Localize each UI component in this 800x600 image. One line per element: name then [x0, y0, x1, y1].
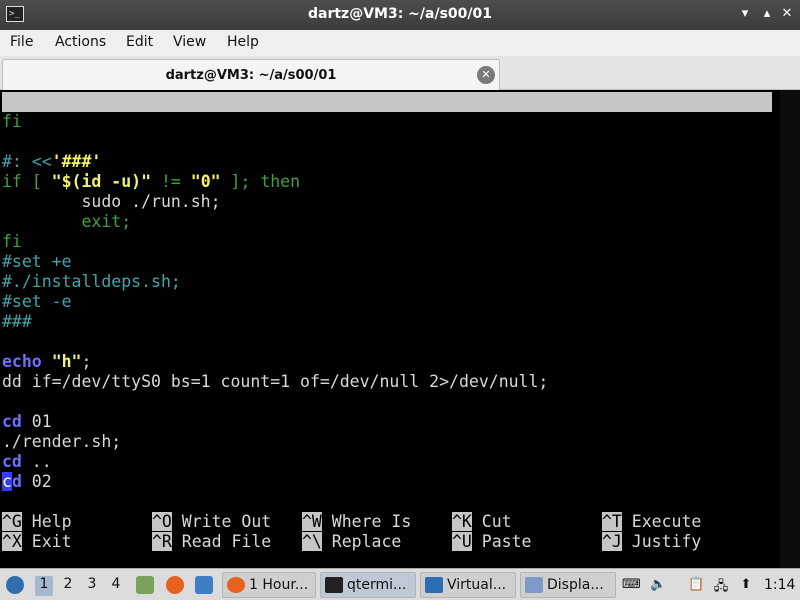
firefox-icon[interactable] — [166, 576, 184, 594]
minimize-button[interactable]: ▾ — [736, 5, 754, 23]
editor-line: cd .. — [2, 452, 52, 471]
workspace-3[interactable]: 3 — [83, 576, 101, 596]
editor-line: #./installdeps.sh; — [2, 272, 181, 291]
shortcut-justify: ^J Justify — [602, 532, 702, 551]
shortcut-cut: ^K Cut — [452, 512, 512, 531]
terminal-tab[interactable]: dartz@VM3: ~/a/s00/01 ✕ — [2, 59, 500, 90]
menu-edit[interactable]: Edit — [126, 34, 153, 50]
menu-actions[interactable]: Actions — [55, 34, 106, 50]
editor-line: #: <<'###' — [2, 152, 102, 171]
editor-line: fi — [2, 232, 22, 251]
shortcut-exit: ^X Exit — [2, 532, 72, 551]
keyboard-icon[interactable]: ⌨ — [622, 577, 641, 593]
terminal-view[interactable]: GNU nano 5.6.1 ../run.sh fi #: <<'###' i… — [0, 90, 800, 568]
terminal-icon — [325, 577, 343, 593]
maximize-button[interactable]: ▴ — [758, 5, 776, 23]
menu-view[interactable]: View — [173, 34, 206, 50]
file-manager-icon[interactable] — [136, 576, 154, 594]
task-firefox[interactable]: 1 Hour... — [222, 572, 316, 598]
text-cursor: c — [2, 472, 12, 491]
start-menu-icon[interactable] — [6, 576, 24, 594]
tab-bar: dartz@VM3: ~/a/s00/01 ✕ — [0, 56, 800, 90]
title-bar: >_ dartz@VM3: ~/a/s00/01 ▾ ▴ ✕ — [0, 0, 800, 30]
network-icon[interactable]: 🖧 — [713, 577, 729, 594]
nano-title-bar: GNU nano 5.6.1 ../run.sh — [2, 92, 772, 151]
workspace-1[interactable]: 1 — [35, 576, 53, 596]
workspace-4[interactable]: 4 — [107, 576, 125, 596]
volume-icon[interactable]: 🔈 — [650, 577, 666, 593]
desktop-icon[interactable] — [195, 576, 213, 594]
shortcut-read-file: ^R Read File — [152, 532, 272, 551]
nano-filename: ../run.sh — [372, 132, 462, 151]
shortcut-help: ^G Help — [2, 512, 72, 531]
tab-label: dartz@VM3: ~/a/s00/01 — [165, 68, 337, 83]
terminal-scrollbar[interactable] — [780, 90, 800, 568]
editor-line: exit; — [2, 212, 132, 231]
editor-line: ./render.sh; — [2, 432, 122, 451]
shortcut-execute: ^T Execute — [602, 512, 702, 531]
menu-bar: File Actions Edit View Help — [0, 30, 800, 56]
clipboard-icon[interactable]: 📋 — [688, 577, 704, 593]
task-virtualbox[interactable]: Virtual... — [420, 572, 516, 598]
window-title: dartz@VM3: ~/a/s00/01 — [307, 6, 492, 22]
shortcut-where-is: ^W Where Is — [302, 512, 412, 531]
workspace-2[interactable]: 2 — [59, 576, 77, 596]
task-display[interactable]: Displa... — [520, 572, 616, 598]
shortcut-write-out: ^O Write Out — [152, 512, 272, 531]
nano-version: GNU nano 5.6.1 — [8, 112, 148, 131]
taskbar: 1 2 3 4 1 Hour... qtermi... Virtual... D… — [0, 568, 800, 600]
display-icon — [525, 577, 543, 593]
updates-icon[interactable]: ⬆ — [738, 577, 754, 593]
task-qterminal[interactable]: qtermi... — [320, 572, 416, 598]
tab-close-icon[interactable]: ✕ — [477, 66, 495, 84]
clock[interactable]: 1:14 — [764, 577, 795, 593]
editor-line: fi — [2, 112, 22, 131]
shortcut-replace: ^\ Replace — [302, 532, 402, 551]
close-button[interactable]: ✕ — [778, 5, 796, 23]
editor-line: if [ "$(id -u)" != "0" ]; then — [2, 172, 301, 191]
menu-file[interactable]: File — [10, 34, 33, 50]
firefox-icon — [227, 577, 245, 593]
editor-line: #set -e — [2, 292, 72, 311]
virtualbox-icon — [425, 577, 443, 593]
editor-line: cd 01 — [2, 412, 52, 431]
editor-line: #set +e — [2, 252, 72, 271]
editor-line: ### — [2, 312, 32, 331]
editor-line: dd if=/dev/ttyS0 bs=1 count=1 of=/dev/nu… — [2, 372, 549, 391]
editor-line: cd 02 — [2, 472, 52, 491]
editor-line: echo "h"; — [2, 352, 92, 371]
editor-line: sudo ./run.sh; — [2, 192, 221, 211]
menu-help[interactable]: Help — [227, 34, 259, 50]
shortcut-paste: ^U Paste — [452, 532, 532, 551]
